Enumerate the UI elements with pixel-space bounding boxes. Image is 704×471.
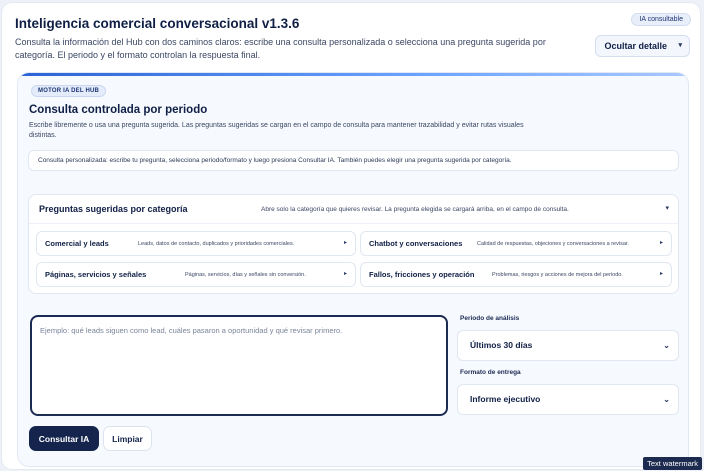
- query-panel: MOTOR IA DEL HUB Consulta controlada por…: [17, 72, 689, 467]
- category-description: Páginas, servicios, días y señales sin c…: [185, 272, 306, 278]
- submit-query-button[interactable]: Consultar IA: [29, 426, 99, 451]
- chevron-right-icon: ▸: [343, 271, 347, 277]
- page-description: Consulta la información del Hub con dos …: [15, 37, 546, 60]
- suggested-title[interactable]: Preguntas sugeridas por categoría: [39, 204, 188, 214]
- chevron-right-icon: ▸: [659, 271, 663, 277]
- toggle-detail-button[interactable]: Ocultar detalle ▾: [595, 35, 690, 57]
- suggested-questions-accordion: Preguntas sugeridas por categoría Abre s…: [28, 194, 679, 294]
- main-card: Inteligencia comercial conversacional v1…: [2, 3, 700, 469]
- category-chatbot[interactable]: Chatbot y conversaciones Calidad de resp…: [360, 231, 672, 256]
- period-value: Últimos 30 días: [470, 340, 533, 350]
- engine-badge: MOTOR IA DEL HUB: [31, 85, 107, 97]
- chevron-right-icon: ▸: [343, 240, 347, 246]
- category-name: Chatbot y conversaciones: [369, 239, 463, 248]
- category-name: Fallos, fricciones y operación: [369, 270, 475, 279]
- category-description: Leads, datos de contacto, duplicados y p…: [138, 241, 295, 247]
- section-title: Consulta controlada por periodo: [29, 104, 208, 116]
- clear-button[interactable]: Limpiar: [103, 426, 152, 451]
- category-failures-operations[interactable]: Fallos, fricciones y operación Problemas…: [360, 262, 672, 287]
- category-name: Comercial y leads: [45, 239, 109, 248]
- toggle-detail-label: Ocultar detalle: [604, 41, 667, 51]
- category-pages-services[interactable]: Páginas, servicios y señales Páginas, se…: [36, 262, 356, 287]
- custom-query-hint: Consulta personalizada: escribe tu pregu…: [28, 150, 679, 171]
- category-description: Calidad de respuestas, objeciones y conv…: [477, 241, 629, 247]
- page-title: Inteligencia comercial conversacional v1…: [15, 16, 300, 31]
- format-value: Informe ejecutivo: [470, 394, 541, 404]
- query-input[interactable]: [30, 315, 448, 416]
- period-select[interactable]: Últimos 30 días ⌄: [457, 330, 679, 361]
- format-label: Formato de entrega: [460, 369, 521, 376]
- panel-accent-bar: [18, 73, 688, 76]
- suggested-subtitle: Abre solo la categoría que quieres revis…: [261, 206, 569, 213]
- chevron-right-icon: ▸: [659, 240, 663, 246]
- category-description: Problemas, riesgos y acciones de mejora …: [492, 272, 623, 278]
- chevron-down-icon: ▾: [678, 42, 682, 49]
- category-name: Páginas, servicios y señales: [45, 270, 147, 279]
- mode-badge: IA consultable: [631, 13, 691, 26]
- divider: [29, 223, 678, 224]
- chevron-down-icon: ⌄: [663, 341, 670, 350]
- period-label: Periodo de análisis: [460, 315, 520, 322]
- format-select[interactable]: Informe ejecutivo ⌄: [457, 384, 679, 415]
- accordion-toggle-icon[interactable]: ▾: [665, 204, 669, 212]
- watermark: Text watermark: [643, 457, 702, 470]
- section-description: Escribe libremente o usa una pregunta su…: [29, 122, 524, 139]
- category-commercial-leads[interactable]: Comercial y leads Leads, datos de contac…: [36, 231, 356, 256]
- chevron-down-icon: ⌄: [663, 395, 670, 404]
